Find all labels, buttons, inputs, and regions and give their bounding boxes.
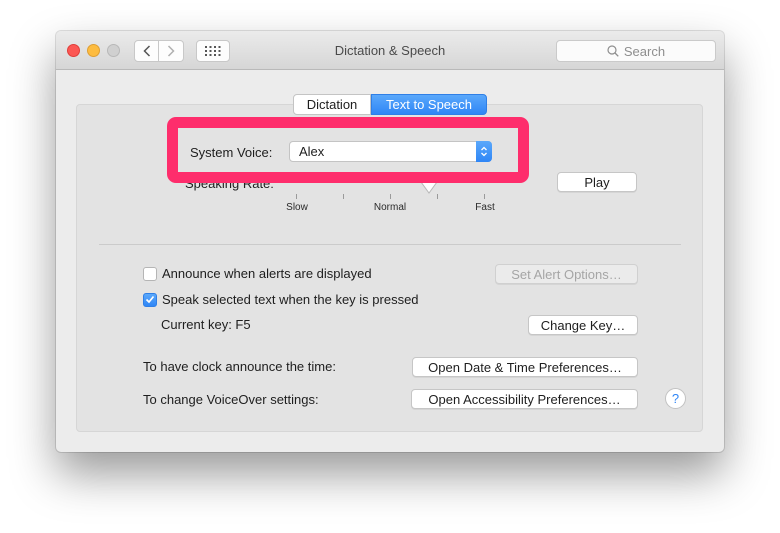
speak-selected-label: Speak selected text when the key is pres… [162, 292, 419, 307]
voiceover-label: To change VoiceOver settings: [143, 392, 319, 407]
change-key-button[interactable]: Change Key… [528, 315, 638, 335]
system-voice-value: Alex [299, 144, 325, 159]
slider-thumb[interactable] [420, 181, 439, 195]
checkmark-icon [145, 295, 155, 304]
current-key-label: Current key: F5 [161, 317, 251, 332]
slider-tick [484, 194, 485, 199]
set-alert-options-button[interactable]: Set Alert Options… [495, 264, 638, 284]
system-voice-label: System Voice: [190, 145, 273, 160]
search-placeholder: Search [623, 43, 666, 59]
open-accessibility-button[interactable]: Open Accessibility Preferences… [411, 389, 638, 409]
play-button[interactable]: Play [557, 172, 637, 192]
speak-selected-option[interactable]: Speak selected text when the key is pres… [143, 292, 419, 307]
tab-bar: Dictation Text to Speech [293, 94, 487, 115]
search-field[interactable]: Search [556, 40, 716, 62]
slider-tick [296, 194, 297, 199]
separator [99, 244, 681, 245]
slider-label-slow: Slow [286, 202, 308, 213]
announce-alerts-option[interactable]: Announce when alerts are displayed [143, 266, 372, 281]
system-voice-popup[interactable]: Alex [289, 141, 492, 162]
preferences-window: Dictation & Speech Search Dictation Text… [56, 31, 724, 452]
slider-label-fast: Fast [475, 202, 495, 213]
slider-tick [390, 194, 391, 199]
slider-tick [343, 194, 344, 199]
announce-alerts-label: Announce when alerts are displayed [162, 266, 372, 281]
slider-label-normal: Normal [373, 202, 407, 213]
help-button[interactable]: ? [665, 388, 686, 409]
announce-alerts-checkbox[interactable] [143, 266, 157, 281]
clock-label: To have clock announce the time: [143, 359, 336, 374]
tab-dictation[interactable]: Dictation [293, 94, 371, 115]
popup-arrows-icon [476, 141, 492, 162]
tab-text-to-speech[interactable]: Text to Speech [371, 94, 487, 115]
open-date-time-button[interactable]: Open Date & Time Preferences… [412, 357, 638, 377]
speak-selected-checkbox[interactable] [143, 292, 157, 307]
search-icon [607, 45, 619, 57]
titlebar: Dictation & Speech Search [56, 31, 724, 70]
